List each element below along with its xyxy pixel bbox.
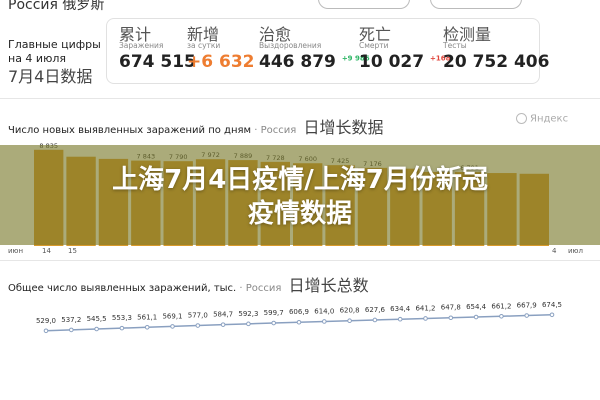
data-point[interactable] [473, 314, 479, 320]
stats-date: на 4 июля [8, 52, 66, 65]
data-point[interactable] [448, 315, 454, 321]
data-point[interactable] [119, 325, 125, 331]
point-value-label: 627,6 [365, 306, 386, 314]
axis-label: 15 [68, 247, 77, 255]
stat-value: 674 515 [119, 52, 196, 72]
stat-sub: Смерти [359, 41, 389, 50]
stats-date-cn: 7月4日数据 [8, 67, 93, 86]
point-value-label: 647,8 [441, 304, 461, 312]
chart2-title-cn: 日增长总数 [288, 276, 369, 295]
axis-label: 14 [42, 247, 51, 255]
data-point[interactable] [397, 316, 403, 322]
yandex-logo[interactable]: Яндекс [516, 113, 568, 125]
point-value-label: 606,9 [289, 308, 309, 316]
point-value-label: 641,2 [415, 304, 435, 312]
data-point[interactable] [372, 317, 378, 323]
point-value-label: 634,4 [390, 305, 411, 313]
point-value-label: 667,9 [517, 302, 537, 310]
stat-value: 10 027 +168 [359, 52, 451, 72]
data-point[interactable] [220, 322, 226, 327]
point-value-label: 577,0 [188, 312, 208, 320]
point-value-label: 553,3 [112, 314, 132, 322]
stats-title: Главные цифры [8, 38, 101, 51]
stat-sub: Выздоровления [259, 41, 322, 50]
point-value-label: 584,7 [213, 311, 233, 319]
point-value-label: 620,8 [340, 307, 360, 315]
dropdown-cut-2[interactable] [430, 0, 522, 9]
axis-label: 4 [552, 247, 557, 255]
stat-sub: Тесты [443, 41, 467, 50]
banner-line-1: 上海7月4日疫情/上海7月份新冠 [112, 165, 488, 195]
data-point[interactable] [69, 327, 74, 333]
point-value-label: 545,5 [87, 315, 107, 323]
chart1-source: · Россия [254, 125, 297, 136]
point-value-label: 529,0 [36, 317, 56, 325]
yandex-brand: Яндекс [530, 113, 569, 125]
stats-card: 累计 Заражения 674 515 新增 за сутки +6 632 … [106, 18, 549, 84]
data-point[interactable] [524, 313, 530, 318]
banner-title: 上海7月4日疫情/上海7月份新冠 疫情数据 [0, 163, 600, 231]
stat-sub: Заражения [119, 41, 164, 50]
stats-heading: Главные цифры на 4 июля 7月4日数据 [8, 38, 101, 86]
stat-value: 20 752 406 [443, 52, 550, 72]
point-value-label: 661,2 [491, 302, 511, 310]
region-selector-cut[interactable]: Россия 俄罗斯 [8, 0, 104, 14]
stat-sub: за сутки [187, 41, 221, 50]
cumulative-line-chart: 529,0 537,2 545,5 553,3 561,1 569,1 577,0 584,7… [36, 301, 562, 334]
data-point[interactable] [144, 324, 150, 330]
data-point[interactable] [322, 319, 327, 324]
divider [0, 260, 600, 261]
chart1-title-cn: 日增长数据 [303, 118, 384, 137]
axis-label-start: июн [8, 247, 24, 255]
stat-value: +6 632 [187, 52, 255, 72]
dropdown-cut[interactable] [318, 0, 410, 9]
data-point[interactable] [549, 312, 555, 318]
data-point[interactable] [246, 321, 251, 327]
info-icon [516, 113, 527, 124]
chart2-title: Общее число выявленных заражений, тыс. ·… [8, 272, 369, 296]
data-point[interactable] [423, 316, 428, 321]
axis-label-end: июл [568, 247, 583, 255]
point-value-label: 537,2 [61, 316, 81, 324]
data-point[interactable] [94, 326, 99, 332]
chart1-title-text: Число новых выявленных заражений по дням [8, 125, 252, 136]
point-value-label: 561,1 [137, 313, 157, 321]
data-point[interactable] [271, 320, 277, 326]
data-point[interactable] [296, 319, 302, 325]
banner-line-2: 疫情数据 [247, 199, 352, 229]
point-value-label: 569,1 [162, 312, 182, 320]
data-point[interactable] [347, 318, 352, 324]
point-value-label: 614,0 [314, 307, 334, 315]
data-point[interactable] [170, 324, 175, 329]
stat-value: 446 879 +9 986 [259, 52, 370, 72]
data-point[interactable] [195, 323, 201, 328]
point-value-label: 599,7 [264, 309, 284, 317]
data-point[interactable] [43, 328, 49, 334]
point-value-label: 592,3 [238, 310, 258, 318]
chart2-title-text: Общее число выявленных заражений, тыс. [8, 283, 237, 294]
chart1-title: Число новых выявленных заражений по дням… [8, 114, 383, 138]
top-strip: Россия 俄罗斯 [0, 0, 600, 16]
point-value-label: 674,5 [542, 301, 562, 309]
divider [0, 98, 600, 99]
chart2-source: · Россия [239, 283, 282, 294]
data-point[interactable] [499, 313, 504, 319]
point-value-label: 654,4 [466, 303, 487, 311]
